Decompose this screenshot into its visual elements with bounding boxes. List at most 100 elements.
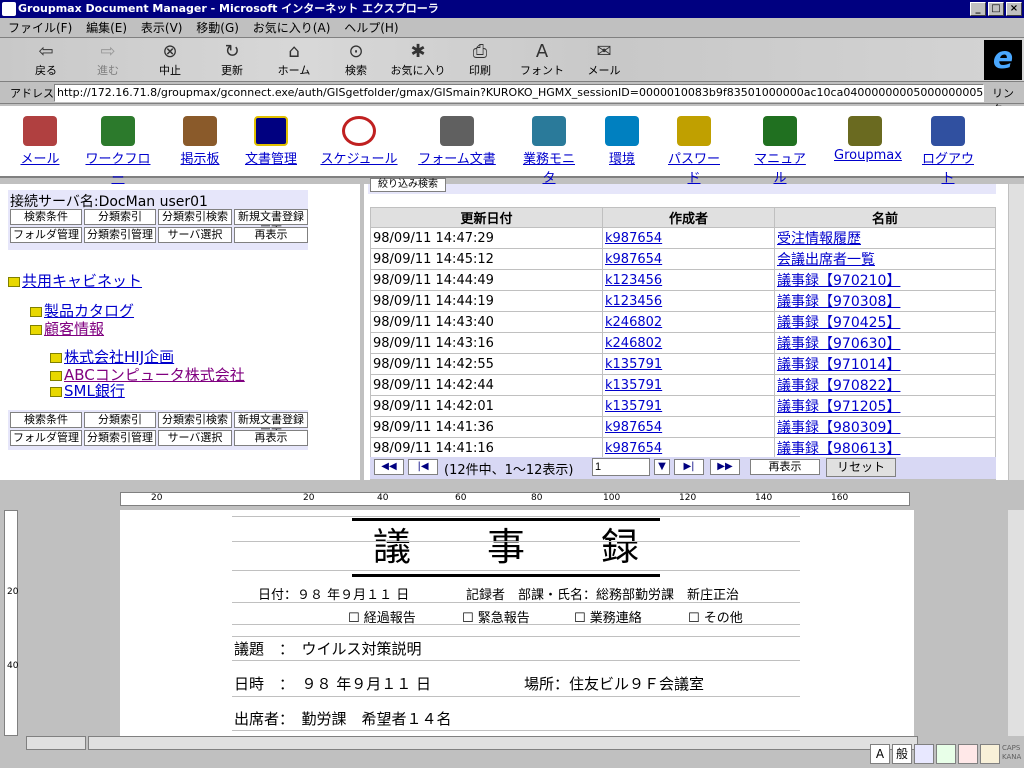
column-header-date[interactable]: 更新日付 [370,207,603,228]
author-link[interactable]: k987654 [605,252,662,267]
nav-document-management[interactable]: 文書管理 [242,116,300,167]
page-dropdown-button[interactable]: ▼ [654,459,670,475]
cell-author[interactable]: k987654 [602,416,775,438]
nav-logout[interactable]: ログアウト [918,116,978,186]
address-input[interactable]: http://172.16.71.8/groupmax/gconnect.exe… [54,84,984,102]
document-link[interactable]: 議事録【970308】 [777,294,900,310]
cell-author[interactable]: k246802 [602,332,775,354]
cell-author[interactable]: k987654 [602,248,775,270]
cell-document-name[interactable]: 議事録【980613】 [774,437,996,459]
search-conditions-button-2[interactable]: 検索条件 [10,412,82,428]
document-link[interactable]: 議事録【971014】 [777,357,900,373]
column-header-author[interactable]: 作成者 [602,207,775,228]
classification-index-button[interactable]: 分類索引 [84,209,156,225]
nav-mail[interactable]: メール [20,116,60,167]
cell-author[interactable]: k135791 [602,395,775,417]
nav-manual[interactable]: マニュアル [748,116,812,186]
author-link[interactable]: k123456 [605,273,662,288]
menu-view[interactable]: 表示(V) [139,21,185,35]
menu-file[interactable]: ファイル(F) [6,21,74,35]
folder-management-button[interactable]: フォルダ管理 [10,227,82,243]
classification-search-button[interactable]: 分類索引検索 [158,209,232,225]
maximize-button[interactable]: □ [988,2,1004,16]
index-management-button[interactable]: 分類索引管理 [84,227,156,243]
nav-groupmax[interactable]: Groupmax [834,116,902,163]
favorites-button[interactable]: ✱ お気に入り [386,40,450,80]
minimize-button[interactable]: _ [970,2,986,16]
home-button[interactable]: ⌂ ホーム [266,40,322,80]
last-page-button[interactable]: ▶▶ [710,459,740,475]
redisplay-button-2[interactable]: 再表示 [234,430,308,446]
vertical-ruler[interactable]: 20 40 [4,510,18,736]
editor-vertical-scrollbar[interactable] [1008,510,1024,736]
nav-business-monitor[interactable]: 業務モニタ [518,116,580,186]
mail-button[interactable]: ✉ メール [576,40,632,80]
document-link[interactable]: 会議出席者一覧 [777,252,875,268]
menu-favorites[interactable]: お気に入り(A) [251,21,333,35]
author-link[interactable]: k987654 [605,420,662,435]
cell-author[interactable]: k987654 [602,227,775,249]
document-link[interactable]: 議事録【970210】 [777,273,900,289]
document-link[interactable]: 議事録【980309】 [777,420,900,436]
cell-document-name[interactable]: 議事録【971205】 [774,395,996,417]
cell-document-name[interactable]: 受注情報履歴 [774,227,996,249]
nav-bulletin[interactable]: 掲示板 [176,116,224,167]
nav-form-document[interactable]: フォーム文書 [418,116,496,167]
new-document-button[interactable]: 新規文書登録画面 [234,209,308,237]
document-link[interactable]: 議事録【970425】 [777,315,900,331]
next-page-button[interactable]: ▶| [674,459,704,475]
filter-search-button[interactable]: 絞り込み検索 [370,178,446,192]
editor-horizontal-scrollbar[interactable] [88,736,918,750]
menu-help[interactable]: ヘルプ(H) [342,21,400,35]
author-link[interactable]: k987654 [605,441,662,456]
document-link[interactable]: 議事録【971205】 [777,399,900,415]
checkbox-business-contact[interactable]: ☐ 業務連絡 [574,607,642,626]
nav-environment[interactable]: 環境 [604,116,640,167]
cell-author[interactable]: k123456 [602,269,775,291]
tree-root[interactable]: 共用キャビネット [8,270,142,291]
horizontal-ruler[interactable]: 20 20 40 60 80 100 120 140 160 [120,492,910,506]
document-link[interactable]: 受注情報履歴 [777,231,861,247]
cell-document-name[interactable]: 議事録【970308】 [774,290,996,312]
cell-document-name[interactable]: 議事録【970425】 [774,311,996,333]
view-mode-buttons[interactable] [26,736,86,750]
ime-pad-icon[interactable] [914,744,934,764]
search-button[interactable]: ⊙ 検索 [328,40,384,80]
refresh-button[interactable]: ↻ 更新 [204,40,260,80]
server-select-button-2[interactable]: サーバ選択 [158,430,232,446]
cell-document-name[interactable]: 議事録【980309】 [774,416,996,438]
checkbox-urgent-report[interactable]: ☐ 緊急報告 [462,607,530,626]
new-document-button-2[interactable]: 新規文書登録画面 [234,412,308,440]
redisplay-button[interactable]: 再表示 [234,227,308,243]
tree-item-sml[interactable]: SML銀行 [50,380,125,401]
nav-password[interactable]: パスワード [662,116,726,186]
ime-dictionary-icon[interactable] [936,744,956,764]
window-title-bar[interactable]: Groupmax Document Manager - Microsoft イン… [0,0,1024,18]
first-page-button[interactable]: ◀◀ [374,459,404,475]
column-header-name[interactable]: 名前 [774,207,996,228]
nav-schedule[interactable]: スケジュール [320,116,398,167]
pager-redisplay-button[interactable]: 再表示 [750,459,820,475]
ime-conversion-mode[interactable]: 般 [892,744,912,764]
author-link[interactable]: k246802 [605,315,662,330]
ime-help-icon[interactable] [980,744,1000,764]
cell-author[interactable]: k987654 [602,437,775,459]
cell-document-name[interactable]: 議事録【971014】 [774,353,996,375]
vertical-scrollbar[interactable] [1008,184,1024,480]
cell-author[interactable]: k246802 [602,311,775,333]
reset-button[interactable]: リセット [826,458,896,477]
author-link[interactable]: k135791 [605,399,662,414]
menu-go[interactable]: 移動(G) [194,21,241,35]
cell-author[interactable]: k135791 [602,374,775,396]
ime-input-mode[interactable]: A [870,744,890,764]
document-page[interactable]: 議 事 録 日付：９８ 年９月１１ 日 記録者 部課・氏名：総務部勤労課 新庄正… [120,510,914,736]
document-link[interactable]: 議事録【970630】 [777,336,900,352]
menu-edit[interactable]: 編集(E) [84,21,129,35]
cell-document-name[interactable]: 議事録【970822】 [774,374,996,396]
author-link[interactable]: k987654 [605,231,662,246]
author-link[interactable]: k135791 [605,357,662,372]
server-select-button[interactable]: サーバ選択 [158,227,232,243]
cell-document-name[interactable]: 議事録【970210】 [774,269,996,291]
checkbox-other[interactable]: ☐ その他 [688,607,743,626]
font-button[interactable]: A フォント [514,40,570,80]
